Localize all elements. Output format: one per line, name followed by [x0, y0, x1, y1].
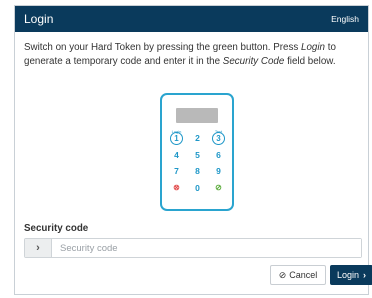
- instructions-login-word: Login: [301, 42, 325, 53]
- cancel-button[interactable]: ⊘ Cancel: [270, 265, 326, 285]
- keypad-row: 4 5 6: [169, 147, 226, 164]
- instructions-security-code-word: Security Code: [222, 55, 285, 67]
- keypad-row: ⊗ 0 ⊘: [169, 180, 226, 197]
- ban-icon: ⊘: [278, 269, 287, 280]
- token-key-8: 8: [195, 166, 200, 177]
- login-dialog: Login English Switch on your Hard Token …: [14, 5, 372, 295]
- token-key-1-caption: Login: [171, 128, 182, 134]
- chevron-right-icon: ›: [25, 239, 52, 257]
- hard-token-illustration: Login 1 2 Test 3 4 5 6 7 8 9 ⊗ 0 ⊘: [160, 93, 234, 211]
- token-key-9: 9: [216, 166, 221, 177]
- security-code-input[interactable]: [52, 239, 361, 257]
- chevron-right-icon: ›: [363, 270, 367, 280]
- language-selector[interactable]: English: [331, 14, 359, 24]
- token-key-off-icon: ⊗: [173, 183, 180, 193]
- instructions-part3: field below.: [284, 55, 336, 67]
- token-key-0: 0: [195, 182, 200, 193]
- token-key-on-icon: ⊘: [215, 183, 222, 193]
- token-screen: [176, 108, 218, 123]
- security-code-input-group: ›: [24, 238, 362, 258]
- token-key-6: 6: [216, 149, 221, 160]
- token-key-4: 4: [174, 149, 179, 160]
- token-key-1: Login 1: [170, 129, 183, 145]
- cancel-button-label: Cancel: [289, 270, 318, 280]
- token-key-2: 2: [195, 133, 200, 144]
- token-key-3-caption: Test: [214, 128, 223, 134]
- token-key-7: 7: [174, 166, 179, 177]
- token-key-5: 5: [195, 149, 200, 160]
- keypad-row: 7 8 9: [169, 163, 226, 180]
- login-button-label: Login: [336, 270, 360, 280]
- keypad-row: Login 1 2 Test 3: [169, 129, 226, 147]
- dialog-title: Login: [24, 12, 54, 26]
- instructions-part1: Switch on your Hard Token by pressing th…: [24, 42, 302, 53]
- security-code-label: Security code: [24, 223, 89, 234]
- login-button[interactable]: Login ›: [330, 265, 372, 285]
- instructions-text: Switch on your Hard Token by pressing th…: [24, 41, 362, 68]
- token-key-3: Test 3: [212, 129, 225, 145]
- dialog-header: Login English: [15, 6, 368, 32]
- token-keypad: Login 1 2 Test 3 4 5 6 7 8 9 ⊗ 0 ⊘: [169, 129, 226, 197]
